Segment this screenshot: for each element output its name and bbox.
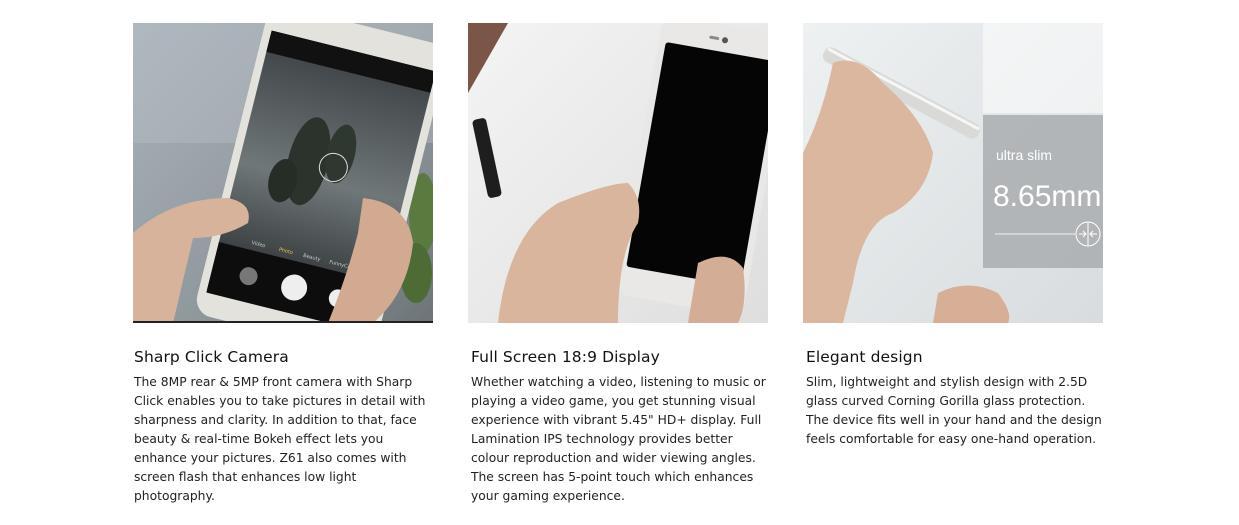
ultra-slim-label: ultra slim [996, 147, 1052, 163]
display-feature-image [468, 23, 768, 323]
design-feature-image: ultra slim 8.65mm [803, 23, 1103, 323]
camera-feature-description: The 8MP rear & 5MP front camera with Sha… [134, 375, 426, 503]
feature-card-design: ultra slim 8.65mm Elegant design Slim, l… [803, 23, 1103, 449]
feature-card-display: Full Screen 18:9 Display Whether watchin… [468, 23, 768, 506]
display-feature-description: Whether watching a video, listening to m… [471, 375, 766, 503]
display-feature-heading: Full Screen 18:9 Display [471, 348, 660, 366]
camera-feature-heading: Sharp Click Camera [134, 348, 289, 366]
camera-feature-image: Video Photo Beauty FunnyCam [133, 23, 433, 323]
thickness-arrows-icon [1075, 221, 1101, 247]
thickness-value: 8.65mm [993, 180, 1101, 213]
design-feature-heading: Elegant design [806, 348, 923, 366]
feature-card-camera: Video Photo Beauty FunnyCam Sharp Click … [133, 23, 433, 506]
design-feature-description: Slim, lightweight and stylish design wit… [806, 375, 1102, 446]
